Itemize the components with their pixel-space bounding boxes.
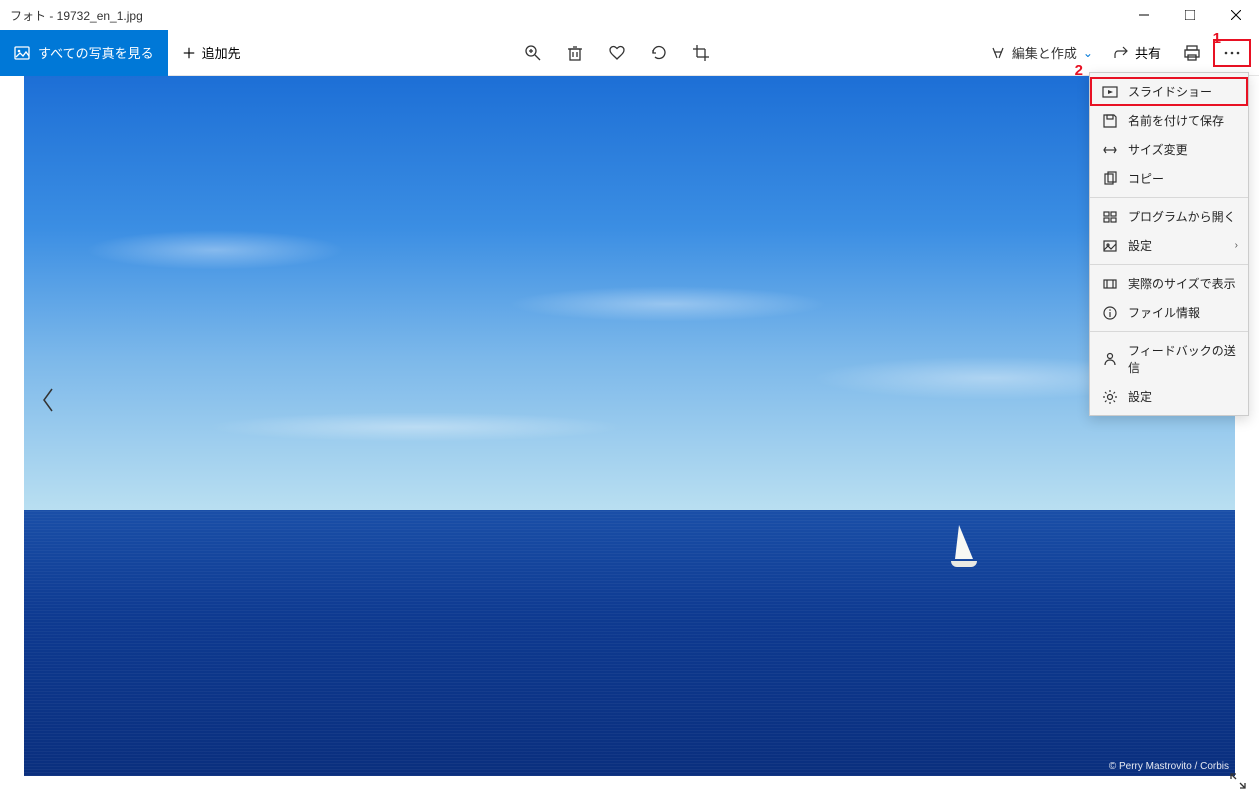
picture-icon [14,45,30,61]
ellipsis-icon [1223,50,1241,56]
menu-item-label: 実際のサイズで表示 [1128,275,1236,292]
menu-item-feedback[interactable]: フィードバックの送信 [1090,336,1248,382]
fullscreen-button[interactable] [1229,772,1251,794]
share-label: 共有 [1135,43,1161,62]
center-tools [512,30,722,76]
menu-item-settings[interactable]: 設定 [1090,382,1248,411]
chevron-right-icon: › [1235,240,1238,251]
close-button[interactable] [1213,0,1259,30]
add-to-label: 追加先 [202,43,241,62]
menu-item-label: 設定 [1128,388,1152,405]
edit-icon [990,45,1006,61]
see-all-photos-label: すべての写真を見る [38,43,154,62]
menu-separator [1090,197,1248,198]
window-title: フォト - 19732_en_1.jpg [0,7,143,24]
sailboat-graphic [947,525,981,573]
more-menu: スライドショー 名前を付けて保存 サイズ変更 コピー プログラムから開く 設定 … [1089,72,1249,416]
gear-icon [1102,389,1118,405]
favorite-button[interactable] [596,30,638,76]
plus-icon [182,46,196,60]
zoom-button[interactable] [512,30,554,76]
slideshow-icon [1102,84,1118,100]
actual-size-icon [1102,276,1118,292]
menu-separator [1090,264,1248,265]
menu-item-label: 設定 [1128,237,1152,254]
menu-item-label: プログラムから開く [1128,208,1236,225]
menu-item-resize[interactable]: サイズ変更 [1090,135,1248,164]
menu-item-actual-size[interactable]: 実際のサイズで表示 [1090,269,1248,298]
menu-item-set-as[interactable]: 設定 › [1090,231,1248,260]
save-icon [1102,113,1118,129]
photo-image[interactable]: © Perry Mastrovito / Corbis [24,76,1235,776]
share-button[interactable]: 共有 [1103,30,1171,76]
open-with-icon [1102,209,1118,225]
delete-button[interactable] [554,30,596,76]
share-icon [1113,45,1129,61]
menu-item-save-as[interactable]: 名前を付けて保存 [1090,106,1248,135]
menu-item-slideshow[interactable]: スライドショー [1090,77,1248,106]
image-credit: © Perry Mastrovito / Corbis [1109,761,1229,772]
info-icon [1102,305,1118,321]
titlebar: フォト - 19732_en_1.jpg [0,0,1259,30]
menu-item-label: サイズ変更 [1128,141,1188,158]
menu-item-file-info[interactable]: ファイル情報 [1090,298,1248,327]
crop-button[interactable] [680,30,722,76]
menu-item-copy[interactable]: コピー [1090,164,1248,193]
menu-item-label: ファイル情報 [1128,304,1200,321]
annotation-1: 1 [1213,30,1221,47]
feedback-icon [1102,351,1118,367]
chevron-down-icon: ⌄ [1083,46,1093,60]
menu-item-open-with[interactable]: プログラムから開く [1090,202,1248,231]
toolbar: すべての写真を見る 追加先 編集と作成 ⌄ 共有 [0,30,1259,76]
add-to-button[interactable]: 追加先 [168,30,255,76]
edit-create-button[interactable]: 編集と作成 ⌄ [980,30,1103,76]
menu-item-label: スライドショー [1128,83,1212,100]
minimize-button[interactable] [1121,0,1167,30]
previous-photo-button[interactable] [30,382,66,418]
copy-icon [1102,171,1118,187]
menu-item-label: フィードバックの送信 [1128,342,1236,376]
menu-item-label: コピー [1128,170,1164,187]
resize-icon [1102,142,1118,158]
set-as-icon [1102,238,1118,254]
maximize-button[interactable] [1167,0,1213,30]
menu-item-label: 名前を付けて保存 [1128,112,1224,129]
menu-separator [1090,331,1248,332]
see-all-photos-button[interactable]: すべての写真を見る [0,30,168,76]
rotate-button[interactable] [638,30,680,76]
photo-viewport: © Perry Mastrovito / Corbis [24,76,1235,776]
window-buttons [1121,0,1259,30]
annotation-2: 2 [1075,62,1083,79]
edit-create-label: 編集と作成 [1012,43,1077,62]
print-button[interactable] [1171,30,1213,76]
